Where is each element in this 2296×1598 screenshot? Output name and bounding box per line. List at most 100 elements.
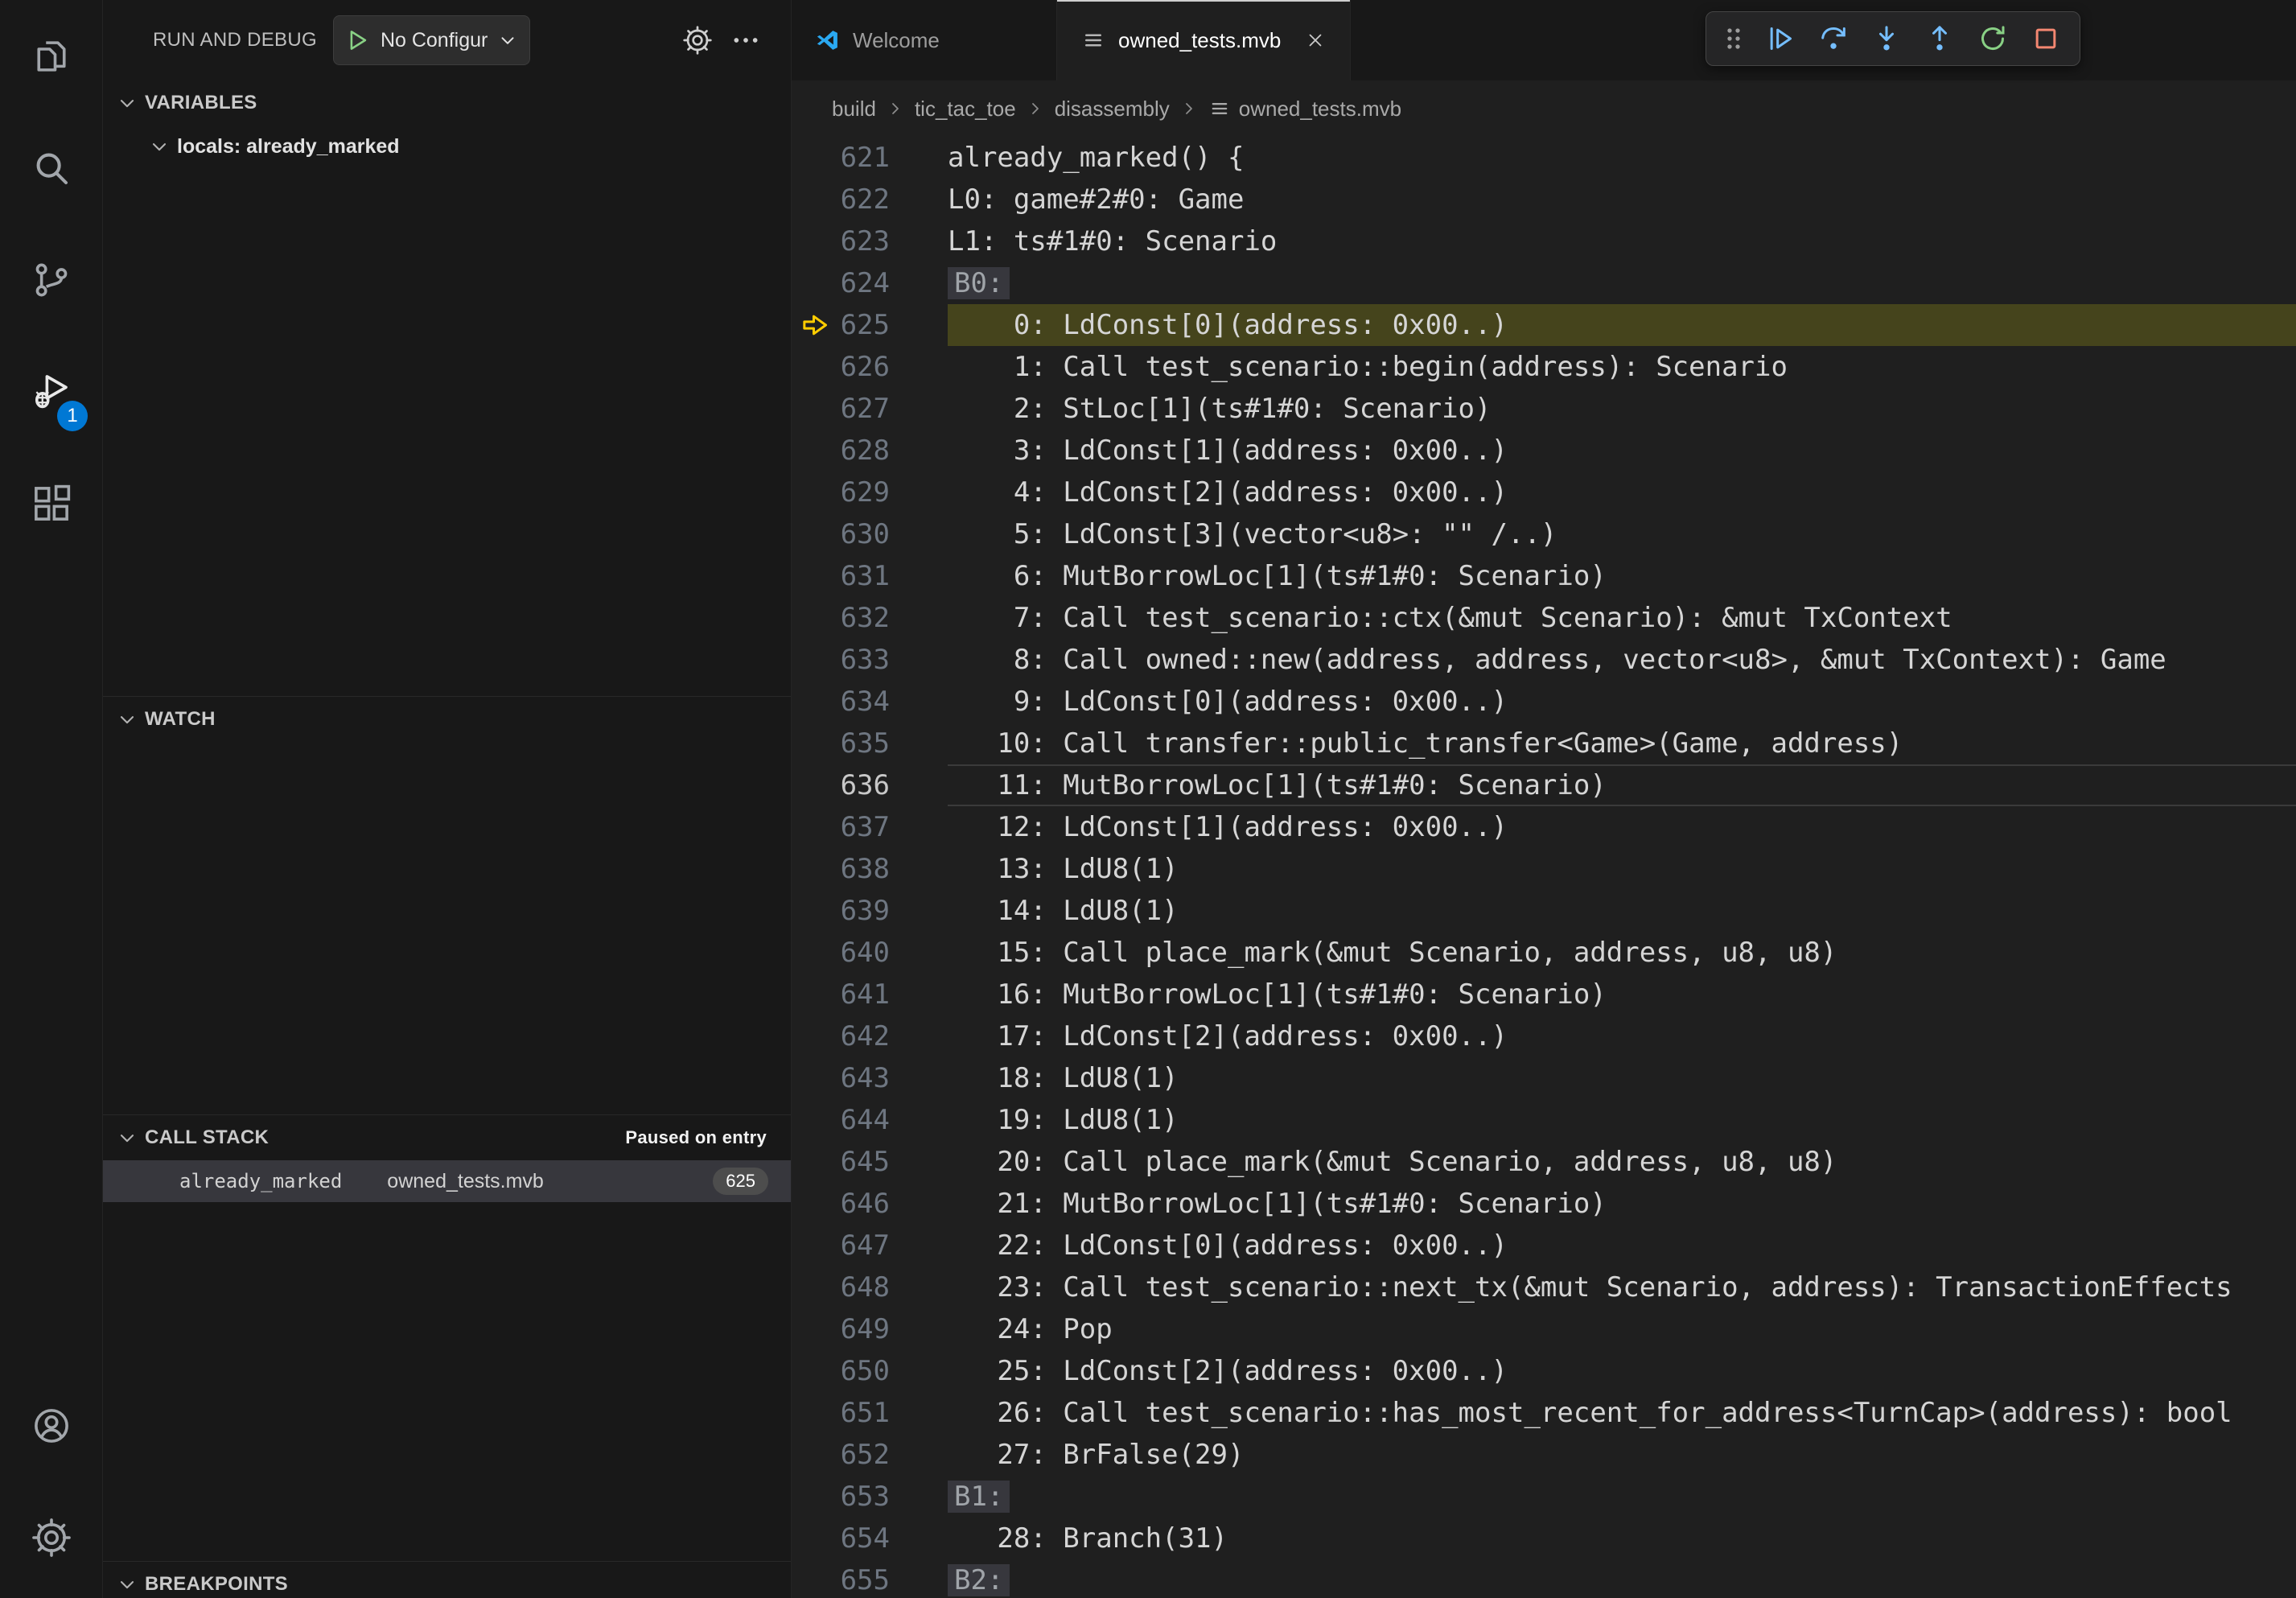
code-area[interactable]: 621already_marked() {622L0: game#2#0: Ga…: [792, 137, 2296, 1598]
activity-item-extensions[interactable]: [0, 447, 102, 559]
code-text[interactable]: 24: Pop: [948, 1308, 2296, 1350]
gutter[interactable]: 632: [792, 597, 948, 639]
code-text[interactable]: 27: BrFalse(29): [948, 1434, 2296, 1476]
breakpoints-section-header[interactable]: BREAKPOINTS: [103, 1562, 791, 1598]
gutter[interactable]: 640: [792, 932, 948, 974]
gutter[interactable]: 636: [792, 764, 948, 806]
code-text[interactable]: 7: Call test_scenario::ctx(&mut Scenario…: [948, 597, 2296, 639]
code-text[interactable]: B1:: [948, 1476, 2296, 1518]
code-text[interactable]: L1: ts#1#0: Scenario: [948, 220, 2296, 262]
debug-step-over-button[interactable]: [1808, 15, 1859, 62]
gutter[interactable]: 635: [792, 723, 948, 764]
code-text[interactable]: 9: LdConst[0](address: 0x00..): [948, 681, 2296, 723]
gutter[interactable]: 651: [792, 1392, 948, 1434]
gutter[interactable]: 655: [792, 1559, 948, 1598]
activity-item-accounts[interactable]: [0, 1369, 102, 1481]
gutter[interactable]: 623: [792, 220, 948, 262]
code-text[interactable]: 8: Call owned::new(address, address, vec…: [948, 639, 2296, 681]
gutter[interactable]: 631: [792, 555, 948, 597]
gutter[interactable]: 628: [792, 430, 948, 472]
code-text[interactable]: L0: game#2#0: Game: [948, 179, 2296, 220]
activity-item-search[interactable]: [0, 112, 102, 224]
gutter[interactable]: 649: [792, 1308, 948, 1350]
code-text[interactable]: 19: LdU8(1): [948, 1099, 2296, 1141]
gutter[interactable]: 633: [792, 639, 948, 681]
call-stack-frame[interactable]: already_markedowned_tests.mvb625: [103, 1160, 791, 1202]
code-text[interactable]: 23: Call test_scenario::next_tx(&mut Sce…: [948, 1266, 2296, 1308]
gutter[interactable]: 630: [792, 513, 948, 555]
gutter[interactable]: 625: [792, 304, 948, 346]
gutter[interactable]: 648: [792, 1266, 948, 1308]
code-text[interactable]: 2: StLoc[1](ts#1#0: Scenario): [948, 388, 2296, 430]
gutter[interactable]: 654: [792, 1518, 948, 1559]
activity-item-settings[interactable]: [0, 1481, 102, 1593]
activity-item-run-and-debug[interactable]: 1: [0, 336, 102, 447]
gutter[interactable]: 643: [792, 1057, 948, 1099]
code-text[interactable]: 18: LdU8(1): [948, 1057, 2296, 1099]
gutter[interactable]: 624: [792, 262, 948, 304]
gear-icon[interactable]: [681, 24, 714, 56]
debug-step-out-button[interactable]: [1914, 15, 1965, 62]
debug-config-dropdown[interactable]: No Configur: [333, 15, 530, 65]
gutter[interactable]: 653: [792, 1476, 948, 1518]
breadcrumb-item[interactable]: disassembly: [1055, 97, 1170, 121]
gutter[interactable]: 637: [792, 806, 948, 848]
code-text[interactable]: already_marked() {: [948, 137, 2296, 179]
code-text[interactable]: 11: MutBorrowLoc[1](ts#1#0: Scenario): [948, 764, 2296, 806]
code-text[interactable]: 15: Call place_mark(&mut Scenario, addre…: [948, 932, 2296, 974]
activity-item-explorer[interactable]: [0, 0, 102, 112]
code-text[interactable]: 26: Call test_scenario::has_most_recent_…: [948, 1392, 2296, 1434]
code-text[interactable]: 22: LdConst[0](address: 0x00..): [948, 1225, 2296, 1266]
gutter[interactable]: 638: [792, 848, 948, 890]
gutter[interactable]: 639: [792, 890, 948, 932]
code-text[interactable]: 12: LdConst[1](address: 0x00..): [948, 806, 2296, 848]
code-text[interactable]: 10: Call transfer::public_transfer<Game>…: [948, 723, 2296, 764]
gutter[interactable]: 644: [792, 1099, 948, 1141]
watch-section-header[interactable]: WATCH: [103, 697, 791, 742]
debug-step-into-button[interactable]: [1861, 15, 1912, 62]
code-text[interactable]: 20: Call place_mark(&mut Scenario, addre…: [948, 1141, 2296, 1183]
variables-section-header[interactable]: VARIABLES: [103, 80, 791, 126]
code-text[interactable]: 0: LdConst[0](address: 0x00..): [948, 304, 2296, 346]
gutter[interactable]: 626: [792, 346, 948, 388]
gutter[interactable]: 634: [792, 681, 948, 723]
gutter[interactable]: 627: [792, 388, 948, 430]
gutter[interactable]: 652: [792, 1434, 948, 1476]
debug-gripper-button[interactable]: [1714, 15, 1753, 62]
breadcrumb-item[interactable]: owned_tests.mvb: [1208, 97, 1401, 121]
gutter[interactable]: 629: [792, 472, 948, 513]
gutter[interactable]: 646: [792, 1183, 948, 1225]
gutter[interactable]: 622: [792, 179, 948, 220]
code-text[interactable]: 6: MutBorrowLoc[1](ts#1#0: Scenario): [948, 555, 2296, 597]
code-text[interactable]: 21: MutBorrowLoc[1](ts#1#0: Scenario): [948, 1183, 2296, 1225]
gutter[interactable]: 641: [792, 974, 948, 1015]
gutter[interactable]: 621: [792, 137, 948, 179]
activity-item-source-control[interactable]: [0, 224, 102, 336]
code-text[interactable]: 3: LdConst[1](address: 0x00..): [948, 430, 2296, 472]
code-text[interactable]: 28: Branch(31): [948, 1518, 2296, 1559]
debug-stop-button[interactable]: [2020, 15, 2072, 62]
tab-welcome[interactable]: Welcome: [792, 0, 1057, 80]
code-text[interactable]: 16: MutBorrowLoc[1](ts#1#0: Scenario): [948, 974, 2296, 1015]
breadcrumb-item[interactable]: tic_tac_toe: [915, 97, 1016, 121]
code-text[interactable]: B2:: [948, 1559, 2296, 1598]
more-actions-icon[interactable]: [730, 24, 762, 56]
gutter[interactable]: 642: [792, 1015, 948, 1057]
code-text[interactable]: 4: LdConst[2](address: 0x00..): [948, 472, 2296, 513]
debug-restart-button[interactable]: [1967, 15, 2018, 62]
code-text[interactable]: 14: LdU8(1): [948, 890, 2296, 932]
code-text[interactable]: 25: LdConst[2](address: 0x00..): [948, 1350, 2296, 1392]
breadcrumb-item[interactable]: build: [832, 97, 876, 121]
debug-continue-button[interactable]: [1755, 15, 1806, 62]
call-stack-section-header[interactable]: CALL STACK Paused on entry: [103, 1115, 791, 1160]
code-text[interactable]: 13: LdU8(1): [948, 848, 2296, 890]
gutter[interactable]: 645: [792, 1141, 948, 1183]
gutter[interactable]: 647: [792, 1225, 948, 1266]
code-text[interactable]: 1: Call test_scenario::begin(address): S…: [948, 346, 2296, 388]
variables-scope-row[interactable]: locals: already_marked: [103, 126, 791, 167]
close-icon[interactable]: [1305, 30, 1326, 51]
code-text[interactable]: 5: LdConst[3](vector<u8>: "" /..): [948, 513, 2296, 555]
tab-owned-tests-mvb[interactable]: owned_tests.mvb: [1057, 0, 1351, 80]
gutter[interactable]: 650: [792, 1350, 948, 1392]
code-text[interactable]: 17: LdConst[2](address: 0x00..): [948, 1015, 2296, 1057]
